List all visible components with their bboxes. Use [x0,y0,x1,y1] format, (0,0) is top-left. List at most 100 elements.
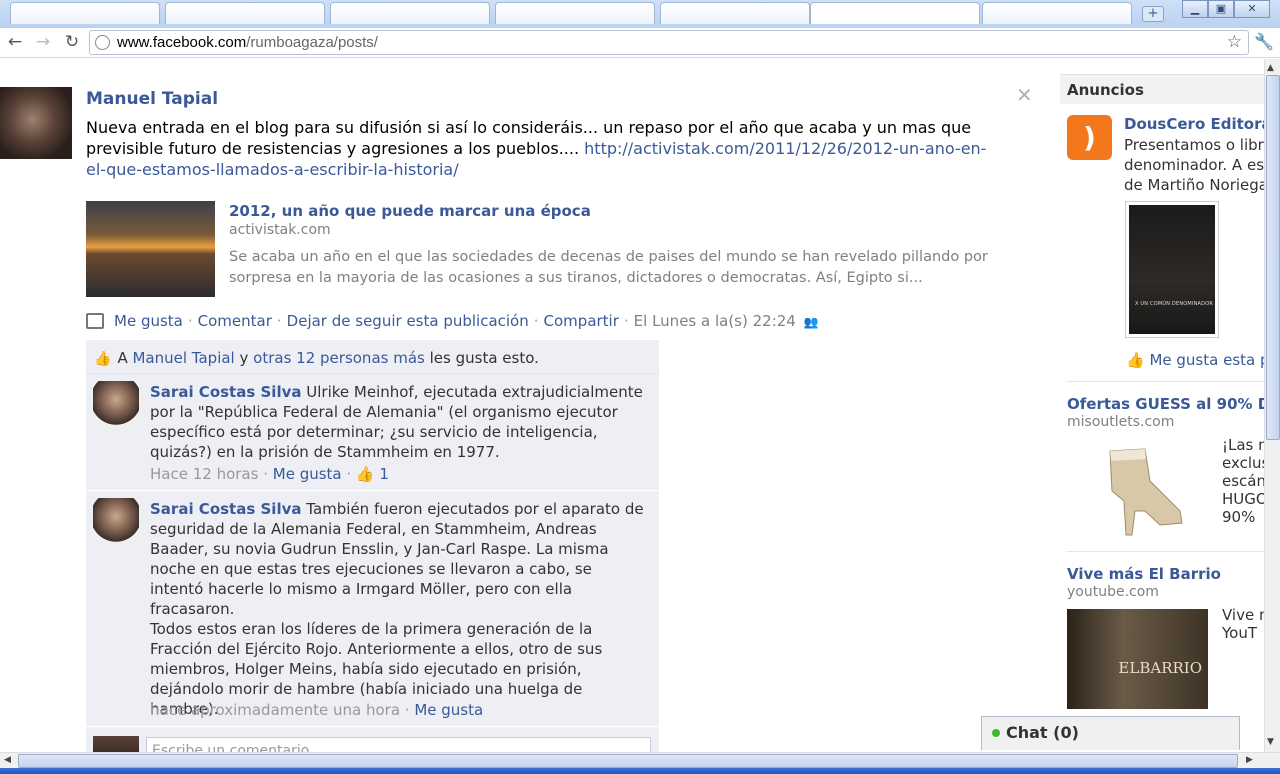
comment-time[interactable]: Hace 12 horas [150,465,258,483]
taskbar-edge [0,768,1280,774]
vertical-scroll-thumb[interactable] [1266,75,1280,440]
ads-heading: Anuncios [1060,74,1264,104]
ad-text: denominador. A ese [1124,156,1264,174]
browser-tab[interactable] [982,2,1132,24]
scroll-down-icon[interactable]: ▼ [1267,737,1274,747]
browser-tab-active[interactable] [810,2,980,24]
commenter-name[interactable]: Sarai Costas Silva [150,383,301,401]
comment-meta: hace aproximadamente una hora · Me gusta [150,701,484,719]
like-link[interactable]: Me gusta [114,312,183,330]
comment-body: Sarai Costas Silva También fueron ejecut… [150,499,645,619]
share-icon [86,313,104,329]
likes-and: y [239,349,249,367]
minimize-button[interactable]: ▁ [1182,0,1208,18]
unfollow-link[interactable]: Dejar de seguir esta publicación [287,312,529,330]
link-domain: activistak.com [229,222,331,238]
ad-domain: youtube.com [1067,584,1159,600]
ad-domain: misoutlets.com [1067,414,1175,430]
browser-tab[interactable] [165,2,325,24]
browser-tab[interactable] [495,2,655,24]
comments-section: 👍 A Manuel Tapial y otras 12 personas más… [86,340,659,752]
viewer-avatar [93,736,139,752]
scroll-up-icon[interactable]: ▲ [1267,63,1274,73]
comment-item: Sarai Costas Silva Ulrike Meinhof, ejecu… [86,374,659,491]
comment-time[interactable]: hace aproximadamente una hora [150,701,400,719]
commenter-avatar[interactable] [93,381,139,427]
boot-image[interactable] [1090,441,1190,537]
comment-input[interactable]: Escribe un comentario... [146,737,651,752]
comment-like-count[interactable]: 👍 1 [356,465,389,483]
page-content: Manuel Tapial ✕ Nueva entrada en el blog… [0,59,1264,752]
forward-icon[interactable]: → [32,32,54,52]
new-tab-button[interactable]: + [1142,6,1164,22]
chat-status-icon [992,723,1006,742]
link-thumbnail[interactable] [86,201,215,297]
scroll-right-icon[interactable]: ▶ [1246,755,1253,765]
comment-link[interactable]: Comentar [198,312,272,330]
scroll-left-icon[interactable]: ◀ [4,755,11,765]
ad-title[interactable]: Ofertas GUESS al 90% D [1067,395,1264,413]
post-actions: Me gusta · Comentar · Dejar de seguir esta p… [86,312,819,330]
share-link[interactable]: Compartir [544,312,619,330]
ad-like-link[interactable]: 👍 Me gusta esta pá [1126,351,1264,369]
url-text: www.facebook.com/rumboagaza/posts/ [117,34,378,51]
liker-link[interactable]: Manuel Tapial [132,349,234,367]
maximize-button[interactable]: ▣ [1208,0,1234,18]
right-sidebar: Anuncios ) DousCero Editora Presentamos … [1060,59,1264,752]
chat-label: Chat (0) [1006,723,1079,742]
ad-text: ¡Las m [1222,436,1264,454]
ad-text: Presentamos o libro [1124,136,1264,154]
chat-tab[interactable]: Chat (0) [981,716,1240,750]
thumbs-up-icon: 👍 [355,465,375,483]
author-avatar[interactable] [0,87,72,159]
people-icon: 👥 [803,315,819,329]
horizontal-scrollbar[interactable]: ◀ ▶ [0,752,1280,768]
close-window-button[interactable]: ✕ [1234,0,1270,18]
url-path: /rumboagaza/posts/ [246,34,378,51]
comment-like-link[interactable]: Me gusta [414,701,483,719]
commenter-avatar[interactable] [93,498,139,544]
ad-text: escán [1222,472,1264,490]
ad-title[interactable]: Vive más El Barrio [1067,565,1221,583]
post-author-link[interactable]: Manuel Tapial [86,89,218,109]
wrench-icon[interactable]: 🔧 [1254,32,1274,51]
ad-text: exclus [1222,454,1264,472]
browser-tab[interactable] [660,2,810,24]
ad-text: YouT [1222,624,1258,642]
ad-title[interactable]: DousCero Editora [1124,115,1264,133]
horizontal-scroll-thumb[interactable] [18,754,1238,768]
browser-tab[interactable] [10,2,160,24]
ad-text: 90% [1222,508,1256,526]
browser-toolbar: ← → ↻ www.facebook.com/rumboagaza/posts/… [0,28,1280,58]
comment-body: Sarai Costas Silva Ulrike Meinhof, ejecu… [150,382,645,462]
globe-icon [95,35,110,50]
thumbs-up-icon: 👍 [94,351,112,367]
ad-text: HUGO [1222,490,1264,508]
ad-divider [1067,381,1264,382]
other-likers-link[interactable]: otras 12 personas más [253,349,425,367]
book-cover-text: X UN COMÚN DENOMINADOR [1135,301,1214,307]
comment-meta: Hace 12 horas · Me gusta · 👍 1 [150,465,389,483]
thumbs-up-icon: 👍 [1126,351,1145,369]
ad-divider [1067,551,1264,552]
browser-tab[interactable] [330,2,490,24]
rss-icon[interactable]: ) [1067,115,1112,160]
comment-like-link[interactable]: Me gusta [273,465,342,483]
post-message: Nueva entrada en el blog para su difusió… [86,117,1006,180]
ad-book-image[interactable]: X UN COMÚN DENOMINADOR [1125,201,1219,338]
address-bar[interactable]: www.facebook.com/rumboagaza/posts/ ☆ [89,30,1249,55]
ad-video-image[interactable]: ELBARRIO [1067,609,1208,709]
likes-summary: 👍 A Manuel Tapial y otras 12 personas más… [86,340,659,374]
post-timestamp[interactable]: El Lunes a la(s) 22:24 [634,312,796,330]
ad-image-text: ELBARRIO [1118,659,1202,677]
ad-text: Vive m [1222,606,1264,624]
vertical-scrollbar[interactable]: ▲ ▼ [1264,59,1280,752]
write-comment-box: Escribe un comentario... [86,732,659,752]
star-icon[interactable]: ☆ [1227,32,1242,52]
back-icon[interactable]: ← [4,32,26,52]
link-title[interactable]: 2012, un año que puede marcar una época [229,202,591,220]
close-icon[interactable]: ✕ [1016,83,1033,107]
commenter-name[interactable]: Sarai Costas Silva [150,500,301,518]
reload-icon[interactable]: ↻ [61,32,83,52]
browser-tab-strip: + ▁ ▣ ✕ [0,0,1280,28]
